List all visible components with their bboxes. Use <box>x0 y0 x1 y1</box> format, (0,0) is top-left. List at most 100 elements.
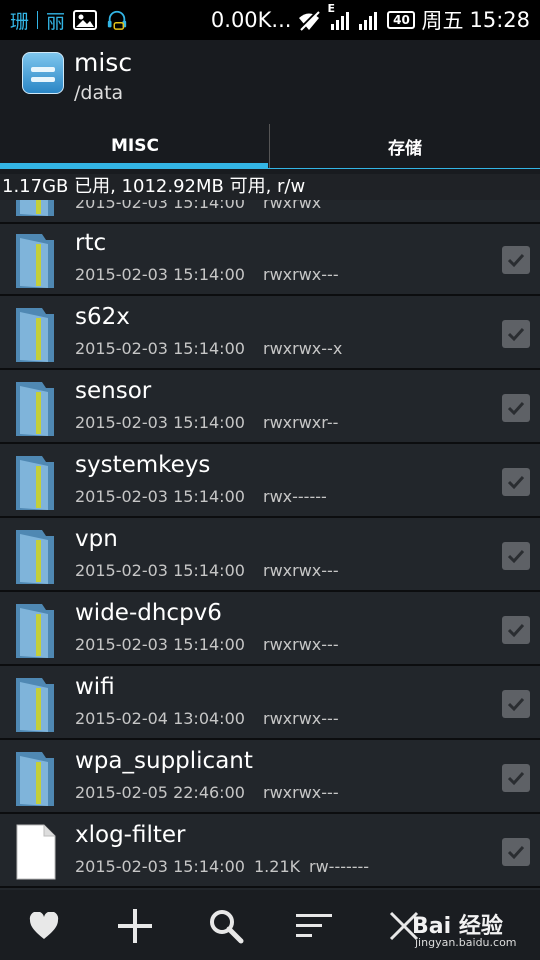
file-icon <box>16 824 56 880</box>
action-bar: misc /data <box>0 40 540 118</box>
status-bar: 珊 丽 0.00K... E 40 周五 15:28 <box>0 0 540 40</box>
wifi-off-icon <box>299 9 321 31</box>
folder-icon <box>16 308 54 362</box>
list-item[interactable]: vpn 2015-02-03 15:14:00 rwxrwx--- <box>0 520 540 592</box>
checkmark-icon <box>507 401 525 416</box>
select-checkbox[interactable] <box>502 616 530 644</box>
notification-text-2: 丽 <box>46 10 66 33</box>
file-name: wide-dhcpv6 <box>75 600 222 626</box>
folder-icon <box>16 678 54 732</box>
sort-button[interactable] <box>292 904 336 948</box>
file-permissions: rwx------ <box>263 487 327 506</box>
file-permissions: rwxrwx--- <box>263 265 339 284</box>
watermark-url: jingyan.baidu.com <box>415 936 517 949</box>
folder-icon <box>16 234 54 288</box>
list-item[interactable]: xlog-filter 2015-02-03 15:14:00 1.21K rw… <box>0 816 540 888</box>
folder-icon <box>16 752 54 806</box>
bottom-toolbar: Bai 经验 jingyan.baidu.com <box>0 890 540 960</box>
select-checkbox[interactable] <box>502 542 530 570</box>
checkmark-icon <box>507 475 525 490</box>
heart-icon <box>29 912 59 939</box>
file-date: 2015-02-03 15:14:00 <box>75 339 245 358</box>
page-title: misc <box>74 48 133 77</box>
list-item[interactable]: rtc 2015-02-03 15:14:00 rwxrwx--- <box>0 224 540 296</box>
list-item[interactable]: wifi 2015-02-04 13:04:00 rwxrwx--- <box>0 668 540 740</box>
file-name: wifi <box>75 674 115 700</box>
sort-icon <box>296 914 332 937</box>
select-checkbox[interactable] <box>502 764 530 792</box>
tab-bar: MISC 存储 <box>0 118 540 174</box>
file-size: 1.21K <box>254 857 301 876</box>
status-indicators: 0.00K... E 40 周五 15:28 <box>210 2 530 34</box>
select-checkbox[interactable] <box>502 690 530 718</box>
file-name: systemkeys <box>75 452 211 478</box>
file-permissions: rwxrwxr-- <box>263 413 339 432</box>
checkmark-icon <box>507 549 525 564</box>
clock: 15:28 <box>469 8 530 32</box>
file-list[interactable]: 2015-02-03 15:14:00 rwxrwx rtc 2015-02-0… <box>0 200 540 890</box>
list-item[interactable]: systemkeys 2015-02-03 15:14:00 rwx------ <box>0 446 540 518</box>
select-checkbox[interactable] <box>502 320 530 348</box>
list-item[interactable]: s62x 2015-02-03 15:14:00 rwxrwx--x <box>0 298 540 370</box>
file-name: sensor <box>75 378 152 404</box>
file-permissions: rwxrwx--- <box>263 635 339 654</box>
file-date: 2015-02-04 13:04:00 <box>75 709 245 728</box>
folder-icon <box>16 604 54 658</box>
favorites-button[interactable] <box>22 904 66 948</box>
checkmark-icon <box>507 253 525 268</box>
file-manager-app-icon[interactable] <box>22 52 64 94</box>
file-name: vpn <box>75 526 118 552</box>
tab-storage[interactable]: 存储 <box>270 118 540 174</box>
select-checkbox[interactable] <box>502 246 530 274</box>
file-permissions: rwxrwx--x <box>263 339 343 358</box>
folder-icon <box>16 456 54 510</box>
select-checkbox[interactable] <box>502 394 530 422</box>
notification-separator <box>37 11 39 29</box>
search-button[interactable] <box>204 904 248 948</box>
checkmark-icon <box>507 771 525 786</box>
notification-text-1: 珊 <box>10 10 30 33</box>
select-checkbox[interactable] <box>502 468 530 496</box>
list-item[interactable]: wide-dhcpv6 2015-02-03 15:14:00 rwxrwx--… <box>0 594 540 666</box>
file-name: s62x <box>75 304 130 330</box>
network-speed: 0.00K... <box>210 8 292 32</box>
tab-selected-indicator <box>0 163 268 169</box>
notification-area: 珊 丽 <box>10 7 129 33</box>
select-checkbox[interactable] <box>502 838 530 866</box>
checkmark-icon <box>507 697 525 712</box>
file-name: wpa_supplicant <box>75 748 253 774</box>
file-permissions: rwxrwx--- <box>263 561 339 580</box>
add-button[interactable] <box>113 904 157 948</box>
search-icon <box>210 910 244 944</box>
file-permissions: rwxrwx <box>263 200 322 212</box>
storage-info: 1.17GB 已用, 1012.92MB 可用, r/w <box>0 174 540 200</box>
list-item[interactable]: wpa_supplicant 2015-02-05 22:46:00 rwxrw… <box>0 742 540 814</box>
day-label: 周五 <box>421 9 464 33</box>
current-path: /data <box>74 82 124 104</box>
image-icon <box>73 10 98 30</box>
battery-icon: 40 <box>387 11 416 29</box>
checkmark-icon <box>507 623 525 638</box>
file-name: rtc <box>75 230 107 256</box>
file-date: 2015-02-03 15:14:00 <box>75 857 245 876</box>
file-date: 2015-02-03 15:14:00 <box>75 200 245 212</box>
list-item[interactable]: sensor 2015-02-03 15:14:00 rwxrwxr-- <box>0 372 540 444</box>
file-date: 2015-02-03 15:14:00 <box>75 561 245 580</box>
file-name: xlog-filter <box>75 822 186 848</box>
file-permissions: rwxrwx--- <box>263 709 339 728</box>
file-date: 2015-02-03 15:14:00 <box>75 635 245 654</box>
file-permissions: rw------- <box>309 857 370 876</box>
file-permissions: rwxrwx--- <box>263 783 339 802</box>
signal-icon-2 <box>359 12 378 30</box>
folder-icon <box>16 200 54 216</box>
list-item-partial[interactable]: 2015-02-03 15:14:00 rwxrwx <box>0 200 540 224</box>
folder-icon <box>16 382 54 436</box>
file-date: 2015-02-03 15:14:00 <box>75 487 245 506</box>
signal-icon-1: E <box>327 2 351 32</box>
folder-icon <box>16 530 54 584</box>
file-date: 2015-02-03 15:14:00 <box>75 265 245 284</box>
plus-icon <box>118 909 152 943</box>
battery-level: 40 <box>393 13 410 27</box>
checkmark-icon <box>507 327 525 342</box>
file-date: 2015-02-03 15:14:00 <box>75 413 245 432</box>
